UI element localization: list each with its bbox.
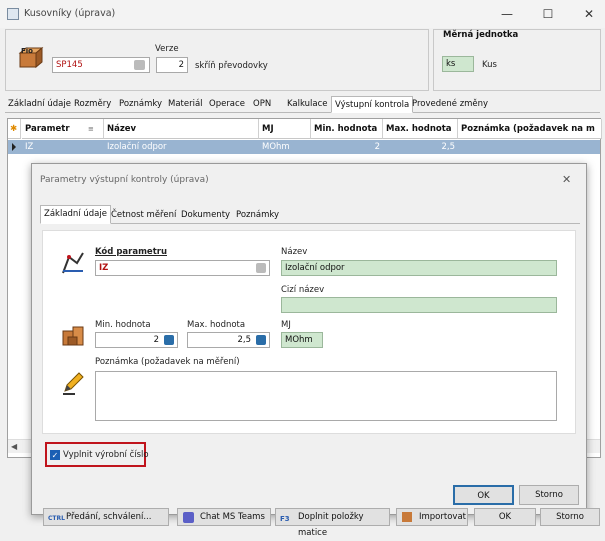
cell-min[interactable]: 2 [311,140,383,154]
unit-code-field[interactable]: ks [442,56,474,72]
dialog-tab-bar: Základní údaje Četnost měření Dokumenty … [40,205,580,224]
bottom-toolbar: CTRL Předání, schválení... Chat MS Teams… [0,508,605,538]
window-titlebar: Kusovníky (úprava) — ☐ ✕ [0,0,605,28]
lookup-icon[interactable] [134,60,145,70]
grid-star-column: ✱ [8,119,21,139]
teams-label: Chat MS Teams [200,512,265,522]
tab-vystupni-kontrola[interactable]: Výstupní kontrola [331,96,414,113]
vyplnit-checkbox[interactable]: ✓ [50,450,60,460]
verze-label: Verze [155,44,179,54]
dialog-tab-cetnost-mereni[interactable]: Četnost měření [108,207,179,224]
tab-zakladni-udaje[interactable]: Základní údaje [5,96,74,113]
main-ok-button[interactable]: OK [474,508,536,526]
chat-ms-teams-button[interactable]: Chat MS Teams [177,508,271,526]
kod-parametru-label: Kód parametru [95,247,167,257]
min-calculator-icon[interactable] [164,335,174,345]
boxes-icon [61,323,85,347]
dialog-storno-button[interactable]: Storno [519,485,579,505]
dialog-close-button[interactable]: ✕ [562,173,571,186]
tab-opn[interactable]: OPN [250,96,274,113]
table-row[interactable] [8,140,600,154]
parameter-dialog: Parametry výstupní kontroly (úprava) ✕ Z… [31,163,587,515]
product-box-icon: Fio [18,44,44,70]
max-calculator-icon[interactable] [256,335,266,345]
dialog-ok-button[interactable]: OK [453,485,514,505]
dialog-title: Parametry výstupní kontroly (úprava) [40,175,209,185]
tab-provedene-zmeny[interactable]: Provedené změny [409,96,491,113]
column-header-nazev[interactable]: Název [104,119,259,139]
predani-schvaleni-button[interactable]: CTRL Předání, schválení... [43,508,169,526]
cell-max[interactable]: 2,5 [383,140,458,154]
close-button[interactable]: ✕ [579,5,599,23]
cell-nazev[interactable]: Izolační odpor [104,140,170,154]
cizi-nazev-label: Cizí název [281,285,325,295]
window-title: Kusovníky (úprava) [24,8,116,19]
column-header-mj[interactable]: MJ [259,119,311,139]
doplnit-label: Doplnit položky matice [298,512,364,538]
kod-parametru-field[interactable]: IZ [95,260,270,276]
vyplnit-label[interactable]: Vyplnit výrobní číslo [63,450,149,460]
mj-label: MJ [281,320,291,330]
min-hodnota-label: Min. hodnota [95,320,151,330]
dialog-content-panel: Kód parametru IZ Název Izolační odpor Ci… [42,230,576,434]
minimize-button[interactable]: — [497,5,517,23]
scroll-left-icon[interactable]: ◀ [11,442,17,451]
tab-rozmery[interactable]: Rozměry [71,96,114,113]
import-icon [402,512,412,522]
header-panel: Fio Verze SP145 2 skříň převodovky [5,29,429,91]
mj-field[interactable]: MOhm [281,332,323,348]
sort-icon: ≡ [88,125,94,133]
pencil-icon [61,371,85,395]
cizi-nazev-field[interactable] [281,297,557,313]
nazev-label: Název [281,247,308,257]
importovat-button[interactable]: Importovat [396,508,468,526]
tab-poznamky[interactable]: Poznámky [116,96,165,113]
doplnit-polozky-button[interactable]: F3 Doplnit položky matice [275,508,390,538]
cell-parametr[interactable]: IZ [22,140,36,154]
main-tab-bar: Základní údaje Rozměry Poznámky Materiál… [5,96,600,113]
maximize-button[interactable]: ☐ [538,5,558,23]
unit-panel: Měrná jednotka ks Kus [433,29,601,91]
row-indicator-icon [12,143,16,151]
svg-text:Fio: Fio [21,47,33,55]
main-storno-button[interactable]: Storno [540,508,600,526]
version-field[interactable]: 2 [156,57,188,73]
cell-mj[interactable]: MOhm [259,140,293,154]
unit-group-title: Měrná jednotka [443,30,519,40]
unit-name-text: Kus [482,60,497,70]
importovat-label: Importovat [419,512,466,522]
tab-material[interactable]: Materiál [165,96,206,113]
dialog-tab-zakladni-udaje[interactable]: Základní údaje [40,205,111,224]
teams-icon [183,512,194,523]
poznamka-textarea[interactable] [95,371,557,421]
description-text: skříň převodovky [195,61,268,71]
dialog-tab-dokumenty[interactable]: Dokumenty [178,207,233,224]
tab-operace[interactable]: Operace [206,96,248,113]
predani-label: Předání, schválení... [66,512,152,522]
tab-kalkulace[interactable]: Kalkulace [284,96,331,113]
poznamka-label: Poznámka (požadavek na měření) [95,357,240,367]
dialog-tab-poznamky[interactable]: Poznámky [233,207,282,224]
column-header-max[interactable]: Max. hodnota [383,119,458,139]
column-header-min[interactable]: Min. hodnota [311,119,383,139]
f3-icon: F3 [280,515,290,523]
max-hodnota-label: Max. hodnota [187,320,246,330]
app-icon [7,8,19,20]
kod-lookup-icon[interactable] [256,263,266,273]
column-header-poznamka[interactable]: Poznámka (požadavek na m [458,119,602,139]
measurement-icon [61,251,85,275]
nazev-field[interactable]: Izolační odpor [281,260,557,276]
ctrl-icon: CTRL [48,515,65,522]
